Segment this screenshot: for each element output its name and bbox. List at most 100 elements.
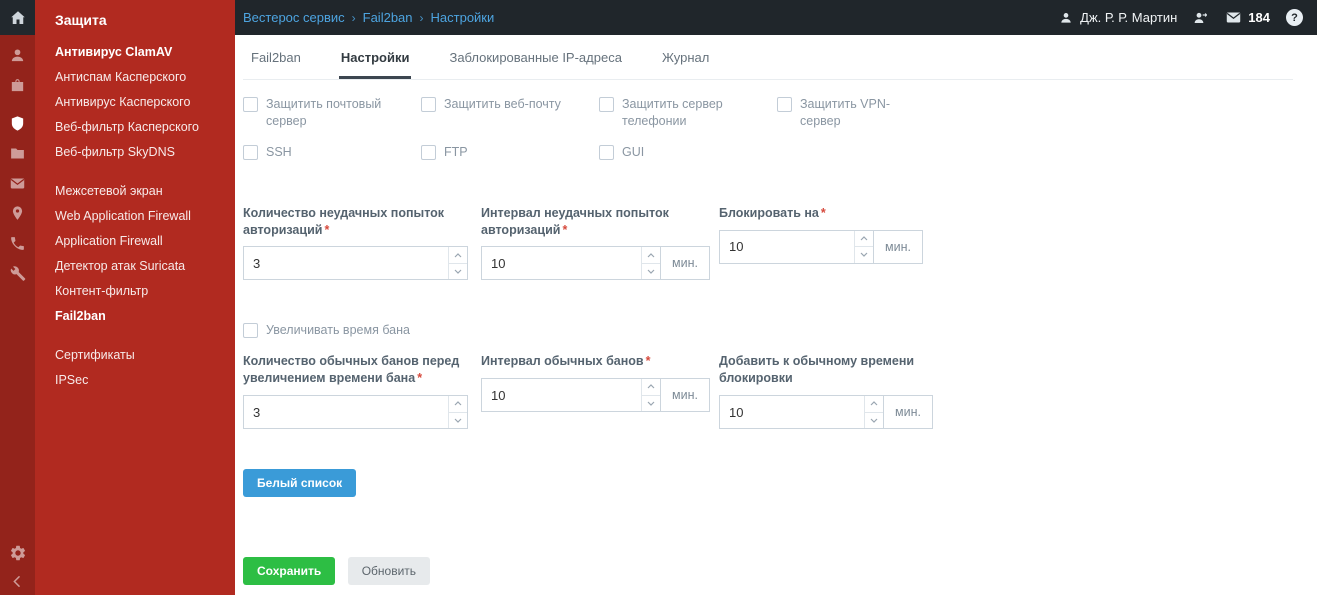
spinner-up-button[interactable] <box>642 379 660 396</box>
spinner <box>448 396 467 428</box>
sidebar-item-antivirus-kaspersky[interactable]: Антивирус Касперского <box>35 90 235 115</box>
checkbox-label: Увеличивать время бана <box>266 323 410 338</box>
help-icon[interactable]: ? <box>1286 9 1303 26</box>
sidebar-item-webfilter-skydns[interactable]: Веб-фильтр SkyDNS <box>35 140 235 165</box>
spinner-down-button[interactable] <box>449 413 467 429</box>
bans-interval-stepper <box>481 378 661 413</box>
attempts-interval-stepper <box>481 246 661 281</box>
sidebar-item-certificates[interactable]: Сертификаты <box>35 343 235 368</box>
sidebar-group-antivirus: Антивирус ClamAV Антиспам Касперского Ан… <box>35 40 235 165</box>
protect-checkbox-row1: Защитить почтовый сервер Защитить веб-по… <box>243 96 1293 130</box>
sidebar-item-waf[interactable]: Web Application Firewall <box>35 204 235 229</box>
whitelist-button[interactable]: Белый список <box>243 469 357 497</box>
block-for-input[interactable] <box>720 230 854 263</box>
field-label: Количество неудачных попыток авторизаций… <box>243 205 469 239</box>
help-mark: ? <box>1291 11 1298 24</box>
checkbox[interactable] <box>421 144 436 160</box>
checkbox-protect-vpn: Защитить VPN-сервер <box>777 96 927 130</box>
sidebar-item-firewall[interactable]: Межсетевой экран <box>35 179 235 204</box>
sidebar-item-content-filter[interactable]: Контент-фильтр <box>35 279 235 304</box>
switch-user-icon[interactable] <box>1193 10 1209 26</box>
phone-icon[interactable] <box>9 235 26 252</box>
tab-blocked-ips[interactable]: Заблокированные IP-адреса <box>447 35 623 79</box>
checkbox[interactable] <box>599 97 614 112</box>
spinner-down-button[interactable] <box>642 396 660 412</box>
sidebar-item-application-firewall[interactable]: Application Firewall <box>35 229 235 254</box>
spinner-down-button[interactable] <box>642 264 660 280</box>
add-time-field: Добавить к обычному времени блокировки м… <box>719 353 957 429</box>
add-time-input[interactable] <box>720 396 864 428</box>
spinner <box>864 396 883 428</box>
sidebar-item-antispam-kaspersky[interactable]: Антиспам Касперского <box>35 65 235 90</box>
spinner-down-button[interactable] <box>449 264 467 280</box>
user-menu[interactable]: Дж. Р. Р. Мартин <box>1059 10 1177 25</box>
spinner <box>448 247 467 280</box>
breadcrumb-link-service[interactable]: Вестерос сервис <box>243 10 345 25</box>
spinner-down-button[interactable] <box>855 247 873 263</box>
breadcrumb-separator: › <box>419 10 424 25</box>
bans-interval-input[interactable] <box>482 379 641 412</box>
tab-journal[interactable]: Журнал <box>660 35 711 79</box>
minutes-suffix: мин. <box>883 395 933 429</box>
spinner-down-button[interactable] <box>865 413 883 429</box>
main-area: Вестерос сервис › Fail2ban › Настройки Д… <box>235 0 1317 595</box>
gear-icon[interactable] <box>9 544 27 562</box>
tabs: Fail2ban Настройки Заблокированные IP-ад… <box>243 35 1293 80</box>
shield-icon[interactable] <box>9 115 26 132</box>
users-icon[interactable] <box>9 47 26 64</box>
home-icon[interactable] <box>0 0 35 35</box>
briefcase-icon[interactable] <box>9 77 26 94</box>
collapse-chevron-icon[interactable] <box>10 574 25 589</box>
spinner-up-button[interactable] <box>449 247 467 264</box>
sidebar-item-ipsec[interactable]: IPSec <box>35 368 235 393</box>
checkbox-protect-webmail: Защитить веб-почту <box>421 96 571 113</box>
sidebar-group-firewall: Межсетевой экран Web Application Firewal… <box>35 179 235 329</box>
sidebar-item-webfilter-kaspersky[interactable]: Веб-фильтр Касперского <box>35 115 235 140</box>
folder-icon[interactable] <box>9 145 26 162</box>
checkbox-protect-mail-server: Защитить почтовый сервер <box>243 96 393 130</box>
refresh-button[interactable]: Обновить <box>347 557 431 585</box>
checkbox-protect-telephony: Защитить сервер телефонии <box>599 96 749 130</box>
bans-before-increase-field: Количество обычных банов перед увеличени… <box>243 353 481 429</box>
sidebar-item-antivirus-clamav[interactable]: Антивирус ClamAV <box>35 40 235 65</box>
breadcrumb-link-settings[interactable]: Настройки <box>431 10 495 25</box>
wrench-icon[interactable] <box>9 265 26 282</box>
failed-attempts-input[interactable] <box>244 247 448 280</box>
spinner <box>854 230 873 263</box>
spinner-up-button[interactable] <box>642 247 660 264</box>
checkbox-ftp: FTP <box>421 144 571 161</box>
checkbox-label: FTP <box>444 144 468 159</box>
checkbox[interactable] <box>777 97 792 112</box>
checkbox-increase-ban-time: Увеличивать время бана <box>243 322 1293 339</box>
messages-button[interactable]: 184 <box>1225 9 1270 26</box>
bans-before-input[interactable] <box>244 396 448 428</box>
required-asterisk: * <box>820 205 826 220</box>
tab-fail2ban[interactable]: Fail2ban <box>249 35 303 79</box>
field-label: Количество обычных банов перед увеличени… <box>243 353 469 387</box>
checkbox[interactable] <box>421 97 436 112</box>
map-pin-icon[interactable] <box>9 205 26 222</box>
checkbox[interactable] <box>599 144 614 160</box>
breadcrumb-link-fail2ban[interactable]: Fail2ban <box>363 10 413 25</box>
mail-icon[interactable] <box>9 175 26 192</box>
spinner-up-button[interactable] <box>855 231 873 247</box>
messages-count: 184 <box>1248 10 1270 25</box>
checkbox-label: Защитить VPN-сервер <box>800 97 891 128</box>
spinner-up-button[interactable] <box>865 396 883 413</box>
field-label: Блокировать на * <box>719 205 945 222</box>
spinner-up-button[interactable] <box>449 396 467 413</box>
spinner <box>641 247 660 280</box>
checkbox[interactable] <box>243 97 258 112</box>
checkbox[interactable] <box>243 323 258 339</box>
save-button[interactable]: Сохранить <box>243 557 336 585</box>
field-label: Интервал обычных банов * <box>481 353 707 370</box>
attempts-interval-input[interactable] <box>482 247 641 280</box>
sidebar-item-fail2ban[interactable]: Fail2ban <box>35 304 235 329</box>
block-for-field: Блокировать на* мин. <box>719 205 957 281</box>
checkbox-label: Защитить почтовый сервер <box>266 97 382 128</box>
field-label-text: Добавить к обычному времени блокировки <box>719 354 915 386</box>
envelope-icon <box>1225 9 1242 26</box>
checkbox[interactable] <box>243 144 258 160</box>
sidebar-item-suricata[interactable]: Детектор атак Suricata <box>35 254 235 279</box>
tab-settings[interactable]: Настройки <box>338 35 412 79</box>
